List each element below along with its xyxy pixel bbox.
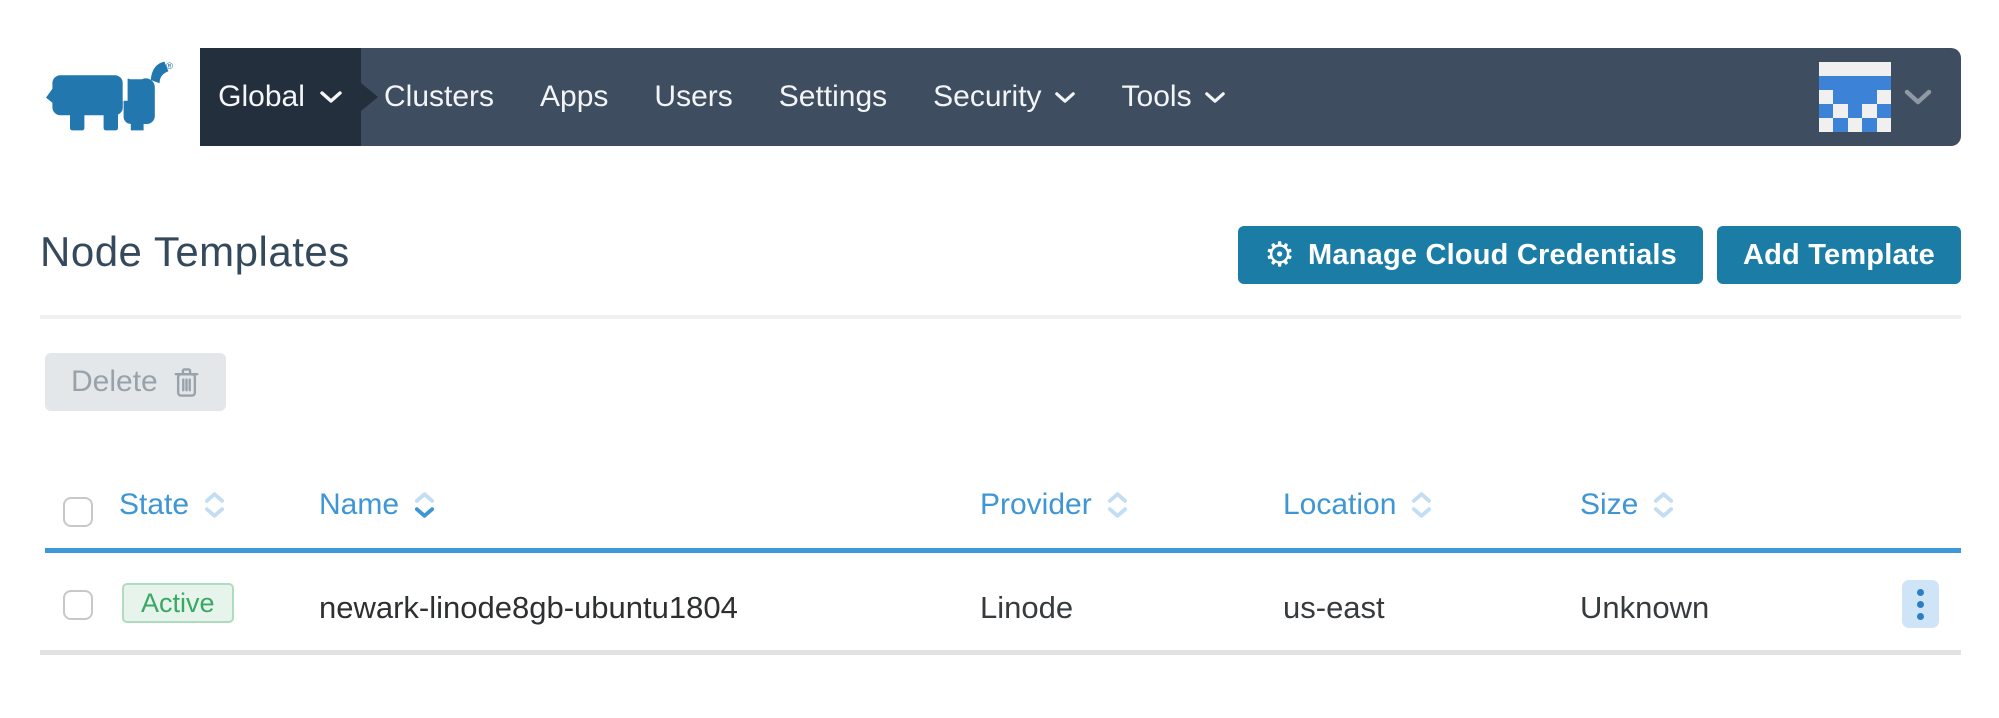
nav-item-users[interactable]: Users [654, 80, 732, 114]
row-actions-button[interactable] [1902, 580, 1939, 628]
page-actions: ⚙ Manage Cloud Credentials Add Template [1238, 226, 1961, 284]
delete-label: Delete [71, 365, 158, 399]
nav-item-settings[interactable]: Settings [779, 80, 887, 114]
cell-name: newark-linode8gb-ubuntu1804 [319, 590, 738, 626]
sort-chevrons-icon [204, 491, 225, 519]
column-label: Size [1580, 488, 1638, 522]
nav-item-apps[interactable]: Apps [540, 80, 608, 114]
chevron-down-icon [1903, 88, 1933, 106]
status-badge: Active [122, 583, 234, 623]
cell-location: us-east [1283, 590, 1385, 626]
top-navbar: Global Clusters Apps Users Settings Secu… [200, 48, 1961, 146]
delete-button[interactable]: Delete [45, 353, 226, 411]
nav-item-security[interactable]: Security [933, 80, 1075, 114]
gear-icon: ⚙ [1264, 238, 1295, 272]
select-all-checkbox[interactable] [63, 497, 93, 527]
chevron-down-icon [1054, 91, 1076, 104]
nav-env-label: Global [218, 80, 305, 114]
column-header-size[interactable]: Size [1580, 486, 1674, 524]
manage-cloud-credentials-button[interactable]: ⚙ Manage Cloud Credentials [1238, 226, 1703, 284]
add-template-label: Add Template [1743, 239, 1935, 272]
nav-item-label: Tools [1122, 80, 1192, 114]
trash-icon [173, 367, 200, 398]
row-checkbox[interactable] [63, 590, 93, 620]
column-label: Provider [980, 488, 1092, 522]
nav-item-label: Security [933, 80, 1041, 114]
column-header-state[interactable]: State [119, 486, 225, 524]
sort-chevrons-icon [414, 491, 435, 519]
table-header-underline [45, 548, 1961, 553]
page-title: Node Templates [40, 226, 350, 278]
manage-cloud-credentials-label: Manage Cloud Credentials [1308, 239, 1677, 272]
nav-env-pointer [361, 83, 378, 111]
nav-item-clusters[interactable]: Clusters [384, 80, 494, 114]
nav-item-tools[interactable]: Tools [1122, 80, 1226, 114]
nav-item-label: Apps [540, 80, 608, 114]
cell-provider: Linode [980, 590, 1073, 626]
kebab-menu-icon [1917, 601, 1924, 608]
row-divider [40, 650, 1961, 655]
nav-item-label: Clusters [384, 80, 494, 114]
status-badge-label: Active [141, 588, 215, 619]
sort-chevrons-icon [1107, 491, 1128, 519]
chevron-down-icon [1204, 91, 1226, 104]
header-divider [40, 315, 1961, 319]
kebab-menu-icon [1917, 613, 1924, 620]
cell-size: Unknown [1580, 590, 1709, 626]
column-label: State [119, 488, 189, 522]
page: ® Global Clusters Apps Users Settings [0, 0, 1999, 718]
column-label: Name [319, 488, 399, 522]
nav-menu: Clusters Apps Users Settings Security To… [384, 48, 1226, 146]
kebab-menu-icon [1917, 589, 1924, 596]
column-header-location[interactable]: Location [1283, 486, 1432, 524]
user-menu[interactable] [1819, 48, 1933, 146]
sort-chevrons-icon [1411, 491, 1432, 519]
sort-chevrons-icon [1653, 491, 1674, 519]
chevron-down-icon [319, 90, 343, 104]
column-header-name[interactable]: Name [319, 486, 435, 524]
add-template-button[interactable]: Add Template [1717, 226, 1961, 284]
nav-item-label: Settings [779, 80, 887, 114]
nav-env-switcher[interactable]: Global [200, 48, 361, 146]
nav-item-label: Users [654, 80, 732, 114]
svg-text:®: ® [166, 61, 173, 72]
column-label: Location [1283, 488, 1396, 522]
rancher-logo-icon[interactable]: ® [38, 56, 174, 140]
user-avatar[interactable] [1819, 62, 1891, 132]
column-header-provider[interactable]: Provider [980, 486, 1128, 524]
